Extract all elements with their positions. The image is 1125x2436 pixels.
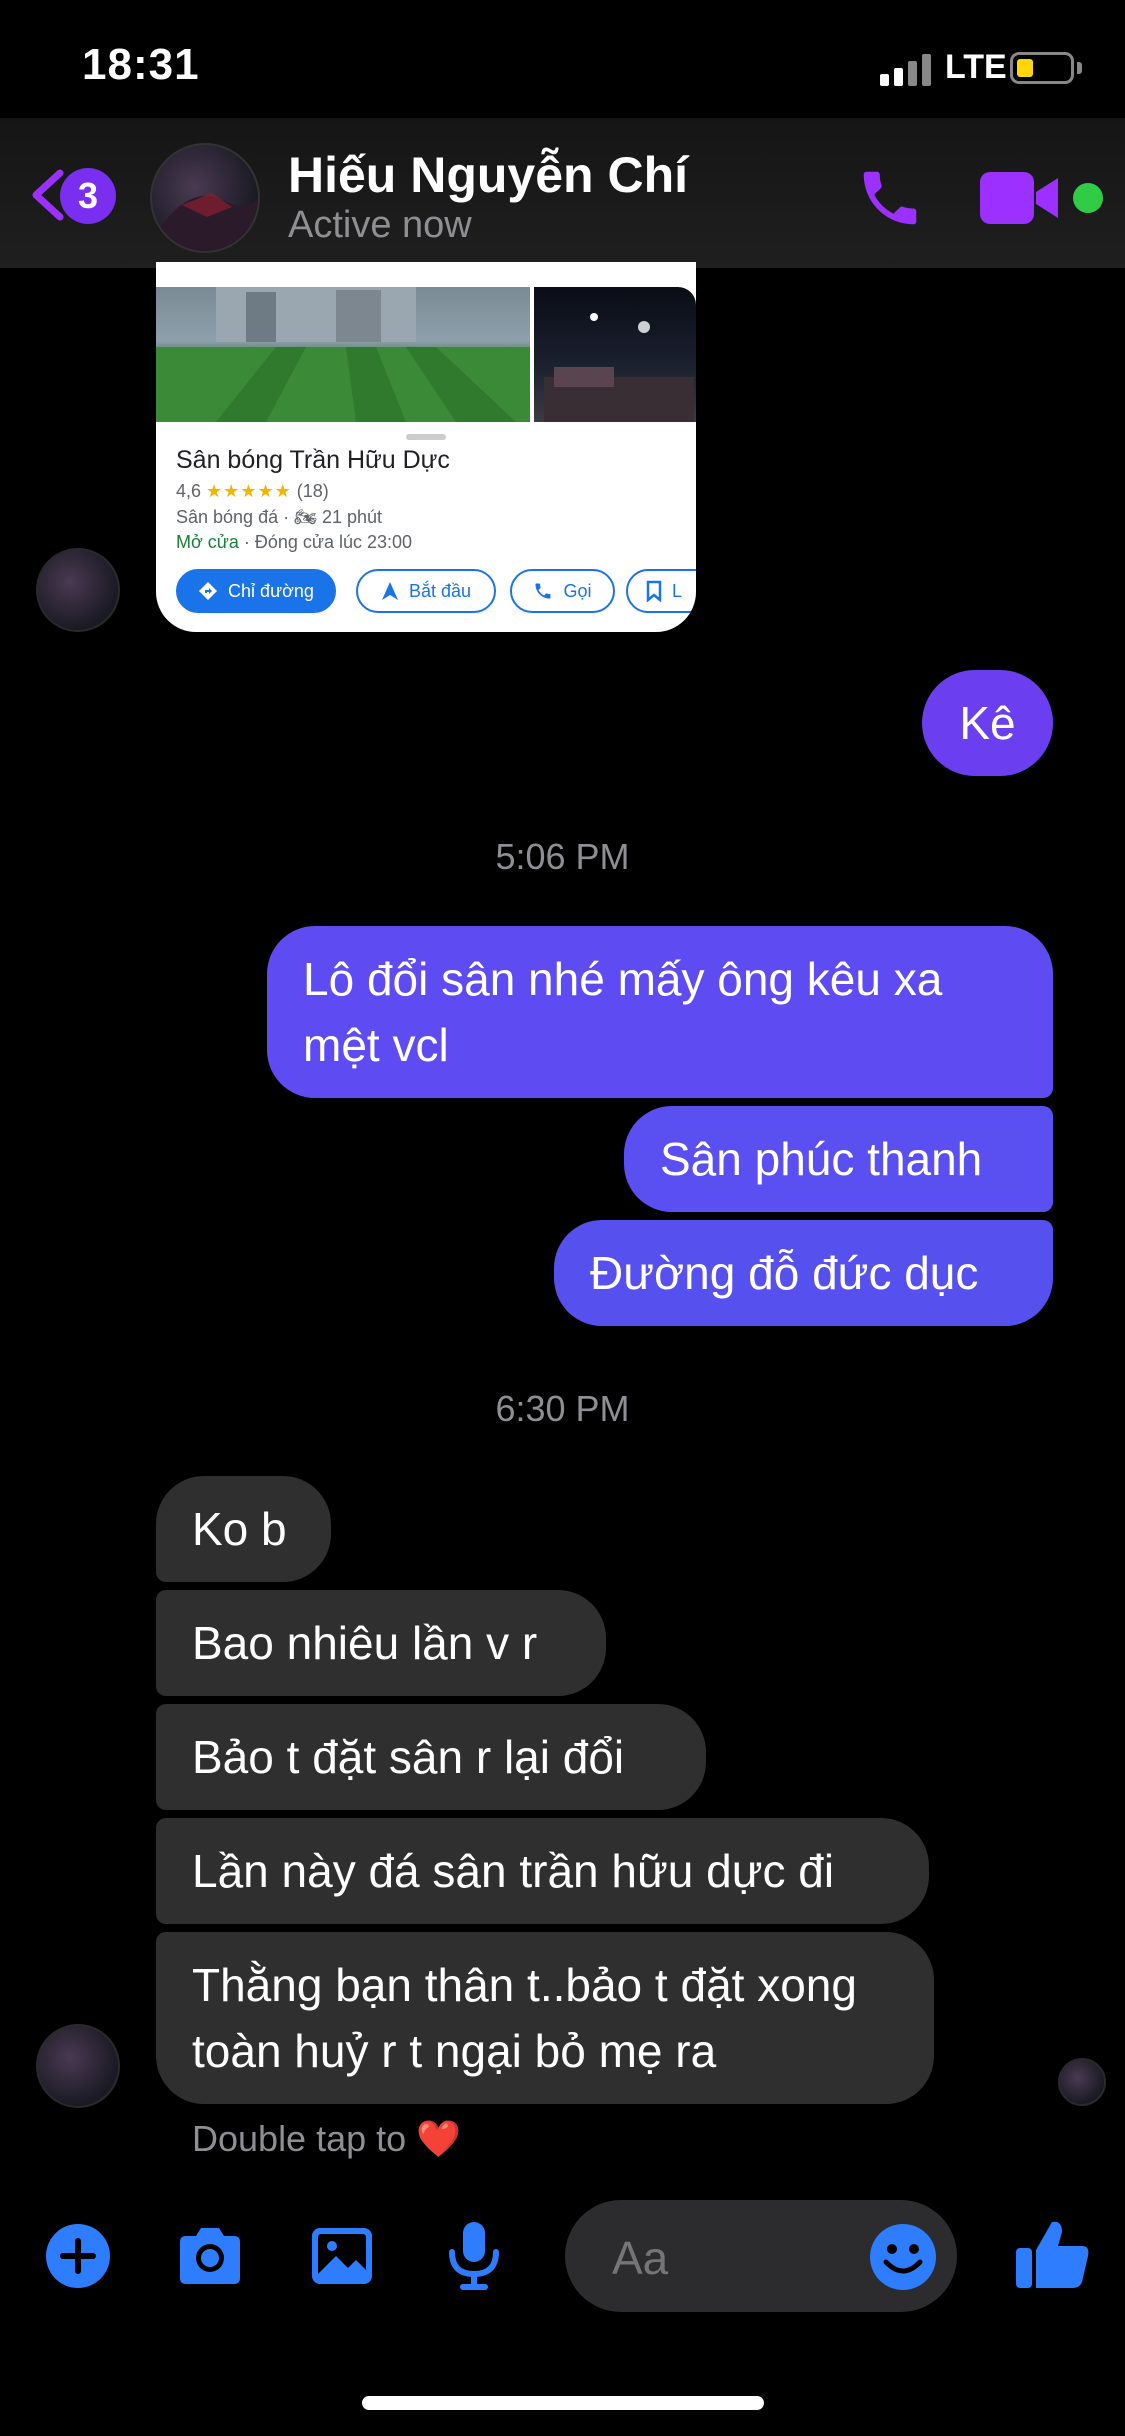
- closing-time: · Đóng cửa lúc 23:00: [243, 532, 413, 552]
- place-category: Sân bóng đá · 🏍 21 phút: [176, 507, 383, 527]
- timestamp: 5:06 PM: [495, 836, 630, 877]
- directions-icon: [199, 582, 218, 600]
- shared-map-card[interactable]: Sân bóng Trần Hữu Dực 4,6 ★★★★★ (18) Sân…: [156, 262, 696, 632]
- message-bubble-outgoing[interactable]: Lô đổi sân nhé mấy ông kêu xa mệt vcl: [267, 926, 1053, 1098]
- message-bubble-outgoing[interactable]: Đường đỗ đức dục: [554, 1220, 1053, 1326]
- battery-icon: [1010, 52, 1074, 84]
- start-navigation-button[interactable]: Bắt đầu: [356, 569, 496, 613]
- message-bubble-outgoing[interactable]: Sân phúc thanh: [624, 1106, 1053, 1212]
- place-photo-field[interactable]: [156, 287, 530, 422]
- gallery-icon[interactable]: [302, 2216, 382, 2296]
- place-photo-night[interactable]: [534, 287, 696, 422]
- place-hours: Mở cửa · Đóng cửa lúc 23:00: [176, 532, 412, 553]
- review-count: (18): [296, 481, 329, 501]
- active-status-dot: [1073, 183, 1103, 213]
- read-receipt-avatar: [1058, 2058, 1106, 2106]
- rating-value: 4,6: [176, 481, 202, 501]
- unread-count-badge[interactable]: 3: [60, 168, 116, 224]
- timestamp: 6:30 PM: [495, 1388, 630, 1429]
- network-label: LTE: [945, 48, 1007, 86]
- double-tap-hint: Double tap to ❤️: [192, 2118, 461, 2160]
- camera-icon[interactable]: [170, 2216, 250, 2296]
- navigation-arrow-icon: [381, 582, 398, 600]
- call-place-button[interactable]: Gọi: [510, 569, 615, 613]
- message-bubble-incoming[interactable]: Bao nhiêu lần v r: [156, 1590, 606, 1696]
- home-indicator: [362, 2396, 764, 2410]
- video-call-icon[interactable]: [980, 170, 1060, 226]
- message-bubble-incoming[interactable]: Bảo t đặt sân r lại đổi: [156, 1704, 706, 1810]
- star-rating-icon: ★★★★★: [206, 481, 292, 501]
- place-name[interactable]: Sân bóng Trần Hữu Dực: [176, 446, 450, 475]
- directions-label: Chỉ đường: [228, 580, 314, 601]
- microphone-icon[interactable]: [434, 2216, 514, 2296]
- travel-time: 21 phút: [321, 507, 383, 527]
- message-bubble-incoming[interactable]: Lần này đá sân trần hữu dực đi: [156, 1818, 929, 1924]
- message-bubble-incoming[interactable]: Thằng bạn thân t..bảo t đặt xong toàn hu…: [156, 1932, 934, 2104]
- message-bubble-outgoing[interactable]: Kê: [922, 670, 1053, 776]
- heart-icon[interactable]: ❤️: [416, 2118, 461, 2159]
- phone-icon: [535, 583, 551, 599]
- contact-name[interactable]: Hiếu Nguyễn Chí: [288, 146, 688, 204]
- emoji-icon[interactable]: [868, 2222, 938, 2292]
- double-tap-text: Double tap to: [192, 2118, 407, 2159]
- contact-status: Active now: [288, 204, 472, 246]
- sender-avatar[interactable]: [36, 2024, 120, 2108]
- phone-icon[interactable]: [855, 163, 925, 233]
- battery-cap: [1077, 62, 1082, 74]
- bookmark-icon: [646, 580, 662, 602]
- signal-icon: [880, 54, 934, 86]
- status-time: 18:31: [82, 40, 200, 89]
- plus-icon[interactable]: [38, 2216, 118, 2296]
- save-place-button[interactable]: L: [626, 569, 696, 613]
- start-label: Bắt đầu: [408, 580, 472, 601]
- directions-button[interactable]: Chỉ đường: [176, 569, 336, 613]
- call-label: Gọi: [563, 580, 592, 601]
- category-label: Sân bóng đá: [176, 507, 279, 527]
- open-status: Mở cửa: [176, 532, 239, 552]
- motorbike-icon: 🏍: [294, 507, 317, 527]
- thumbs-up-icon[interactable]: [1012, 2214, 1092, 2294]
- sender-avatar[interactable]: [36, 548, 120, 632]
- place-rating: 4,6 ★★★★★ (18): [176, 481, 329, 502]
- save-label: L: [672, 580, 683, 601]
- message-input[interactable]: [610, 2230, 854, 2286]
- contact-avatar[interactable]: [150, 143, 260, 253]
- message-bubble-incoming[interactable]: Ko b: [156, 1476, 331, 1582]
- sheet-handle: [406, 434, 446, 440]
